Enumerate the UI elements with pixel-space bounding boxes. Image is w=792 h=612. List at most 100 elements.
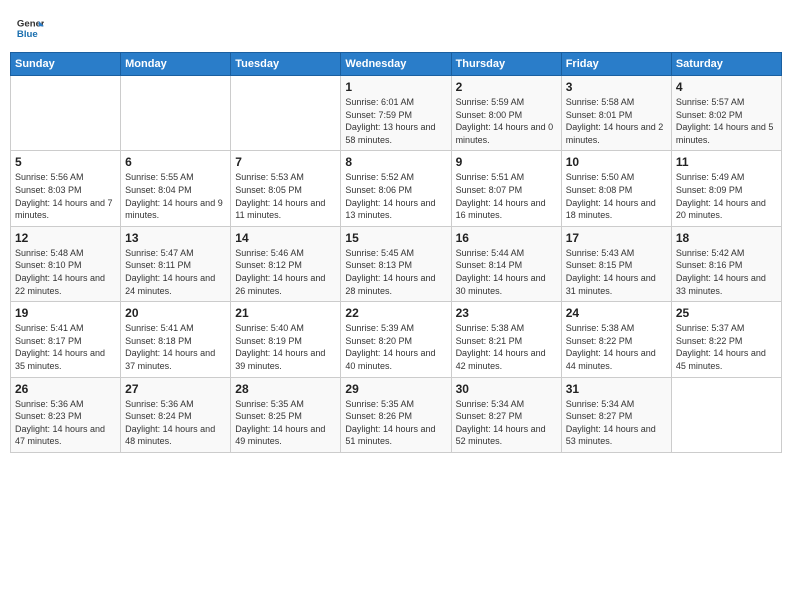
day-number: 10 (566, 155, 667, 169)
day-cell: 23 Sunrise: 5:38 AMSunset: 8:21 PMDayligh… (451, 302, 561, 377)
day-number: 14 (235, 231, 336, 245)
day-info: Sunrise: 5:49 AMSunset: 8:09 PMDaylight:… (676, 171, 777, 221)
day-number: 1 (345, 80, 446, 94)
header-cell-sunday: Sunday (11, 53, 121, 76)
day-number: 15 (345, 231, 446, 245)
day-cell: 25Sunrise: 5:37 AMSunset: 8:22 PMDayligh… (671, 302, 781, 377)
day-number: 24 (566, 306, 667, 320)
day-info: Sunrise: 5:48 AMSunset: 8:10 PMDaylight:… (15, 247, 116, 297)
day-number: 12 (15, 231, 116, 245)
header-cell-tuesday: Tuesday (231, 53, 341, 76)
svg-text:Blue: Blue (17, 29, 38, 40)
day-cell: 1 Sunrise: 6:01 AMSunset: 7:59 PMDaylight… (341, 76, 451, 151)
header-cell-wednesday: Wednesday (341, 53, 451, 76)
day-number: 28 (235, 382, 336, 396)
day-info: Sunrise: 5:34 AMSunset: 8:27 PMDaylight:… (456, 398, 557, 448)
day-cell (11, 76, 121, 151)
day-number: 13 (125, 231, 226, 245)
day-number: 3 (566, 80, 667, 94)
day-number: 5 (15, 155, 116, 169)
day-number: 21 (235, 306, 336, 320)
day-cell: 15 Sunrise: 5:45 AMSunset: 8:13 PMDayligh… (341, 226, 451, 301)
day-info: Sunrise: 5:44 AMSunset: 8:14 PMDaylight:… (456, 247, 557, 297)
day-cell: 24Sunrise: 5:38 AMSunset: 8:22 PMDayligh… (561, 302, 671, 377)
day-cell: 21 Sunrise: 5:40 AMSunset: 8:19 PMDayligh… (231, 302, 341, 377)
day-info: Sunrise: 5:41 AMSunset: 8:18 PMDaylight:… (125, 322, 226, 372)
day-cell: 5 Sunrise: 5:56 AMSunset: 8:03 PMDaylight… (11, 151, 121, 226)
day-number: 27 (125, 382, 226, 396)
day-cell: 19 Sunrise: 5:41 AMSunset: 8:17 PMDayligh… (11, 302, 121, 377)
day-cell: 2 Sunrise: 5:59 AMSunset: 8:00 PMDaylight… (451, 76, 561, 151)
day-info: Sunrise: 5:35 AMSunset: 8:25 PMDaylight:… (235, 398, 336, 448)
day-cell: 7 Sunrise: 5:53 AMSunset: 8:05 PMDaylight… (231, 151, 341, 226)
day-info: Sunrise: 5:36 AMSunset: 8:24 PMDaylight:… (125, 398, 226, 448)
day-info: Sunrise: 5:47 AMSunset: 8:11 PMDaylight:… (125, 247, 226, 297)
day-cell: 9 Sunrise: 5:51 AMSunset: 8:07 PMDaylight… (451, 151, 561, 226)
day-number: 4 (676, 80, 777, 94)
page-header: General Blue (10, 10, 782, 46)
day-number: 19 (15, 306, 116, 320)
day-cell: 30Sunrise: 5:34 AMSunset: 8:27 PMDayligh… (451, 377, 561, 452)
week-row-3: 12 Sunrise: 5:48 AMSunset: 8:10 PMDayligh… (11, 226, 782, 301)
day-info: Sunrise: 5:38 AMSunset: 8:21 PMDaylight:… (456, 322, 557, 372)
day-cell (671, 377, 781, 452)
day-info: Sunrise: 5:43 AMSunset: 8:15 PMDaylight:… (566, 247, 667, 297)
day-info: Sunrise: 5:45 AMSunset: 8:13 PMDaylight:… (345, 247, 446, 297)
day-number: 29 (345, 382, 446, 396)
week-row-4: 19 Sunrise: 5:41 AMSunset: 8:17 PMDayligh… (11, 302, 782, 377)
day-info: Sunrise: 5:50 AMSunset: 8:08 PMDaylight:… (566, 171, 667, 221)
day-info: Sunrise: 5:42 AMSunset: 8:16 PMDaylight:… (676, 247, 777, 297)
day-cell: 22Sunrise: 5:39 AMSunset: 8:20 PMDayligh… (341, 302, 451, 377)
day-cell: 14 Sunrise: 5:46 AMSunset: 8:12 PMDayligh… (231, 226, 341, 301)
day-cell: 18 Sunrise: 5:42 AMSunset: 8:16 PMDayligh… (671, 226, 781, 301)
day-number: 6 (125, 155, 226, 169)
day-number: 17 (566, 231, 667, 245)
day-info: Sunrise: 5:52 AMSunset: 8:06 PMDaylight:… (345, 171, 446, 221)
logo-icon: General Blue (16, 14, 44, 42)
header-cell-monday: Monday (121, 53, 231, 76)
day-cell: 13 Sunrise: 5:47 AMSunset: 8:11 PMDayligh… (121, 226, 231, 301)
day-number: 18 (676, 231, 777, 245)
day-info: Sunrise: 5:41 AMSunset: 8:17 PMDaylight:… (15, 322, 116, 372)
day-info: Sunrise: 5:53 AMSunset: 8:05 PMDaylight:… (235, 171, 336, 221)
day-number: 31 (566, 382, 667, 396)
day-info: Sunrise: 5:36 AMSunset: 8:23 PMDaylight:… (15, 398, 116, 448)
day-cell: 4 Sunrise: 5:57 AMSunset: 8:02 PMDaylight… (671, 76, 781, 151)
day-info: Sunrise: 5:58 AMSunset: 8:01 PMDaylight:… (566, 96, 667, 146)
day-cell: 26Sunrise: 5:36 AMSunset: 8:23 PMDayligh… (11, 377, 121, 452)
day-cell (121, 76, 231, 151)
day-info: Sunrise: 5:39 AMSunset: 8:20 PMDaylight:… (345, 322, 446, 372)
day-info: Sunrise: 5:57 AMSunset: 8:02 PMDaylight:… (676, 96, 777, 146)
day-cell: 12 Sunrise: 5:48 AMSunset: 8:10 PMDayligh… (11, 226, 121, 301)
day-cell (231, 76, 341, 151)
day-number: 7 (235, 155, 336, 169)
calendar-table: SundayMondayTuesdayWednesdayThursdayFrid… (10, 52, 782, 453)
week-row-1: 1 Sunrise: 6:01 AMSunset: 7:59 PMDaylight… (11, 76, 782, 151)
day-number: 20 (125, 306, 226, 320)
day-cell: 20 Sunrise: 5:41 AMSunset: 8:18 PMDayligh… (121, 302, 231, 377)
day-info: Sunrise: 5:59 AMSunset: 8:00 PMDaylight:… (456, 96, 557, 146)
day-number: 23 (456, 306, 557, 320)
day-cell: 11 Sunrise: 5:49 AMSunset: 8:09 PMDayligh… (671, 151, 781, 226)
day-info: Sunrise: 6:01 AMSunset: 7:59 PMDaylight:… (345, 96, 446, 146)
day-info: Sunrise: 5:56 AMSunset: 8:03 PMDaylight:… (15, 171, 116, 221)
day-cell: 8 Sunrise: 5:52 AMSunset: 8:06 PMDaylight… (341, 151, 451, 226)
day-number: 16 (456, 231, 557, 245)
day-info: Sunrise: 5:46 AMSunset: 8:12 PMDaylight:… (235, 247, 336, 297)
week-row-5: 26Sunrise: 5:36 AMSunset: 8:23 PMDayligh… (11, 377, 782, 452)
day-cell: 27 Sunrise: 5:36 AMSunset: 8:24 PMDayligh… (121, 377, 231, 452)
day-info: Sunrise: 5:51 AMSunset: 8:07 PMDaylight:… (456, 171, 557, 221)
day-cell: 10 Sunrise: 5:50 AMSunset: 8:08 PMDayligh… (561, 151, 671, 226)
day-number: 11 (676, 155, 777, 169)
week-row-2: 5 Sunrise: 5:56 AMSunset: 8:03 PMDaylight… (11, 151, 782, 226)
day-cell: 29 Sunrise: 5:35 AMSunset: 8:26 PMDayligh… (341, 377, 451, 452)
day-info: Sunrise: 5:37 AMSunset: 8:22 PMDaylight:… (676, 322, 777, 372)
day-cell: 16 Sunrise: 5:44 AMSunset: 8:14 PMDayligh… (451, 226, 561, 301)
day-number: 8 (345, 155, 446, 169)
day-cell: 17 Sunrise: 5:43 AMSunset: 8:15 PMDayligh… (561, 226, 671, 301)
day-info: Sunrise: 5:40 AMSunset: 8:19 PMDaylight:… (235, 322, 336, 372)
day-number: 9 (456, 155, 557, 169)
day-info: Sunrise: 5:35 AMSunset: 8:26 PMDaylight:… (345, 398, 446, 448)
day-number: 2 (456, 80, 557, 94)
day-cell: 28 Sunrise: 5:35 AMSunset: 8:25 PMDayligh… (231, 377, 341, 452)
